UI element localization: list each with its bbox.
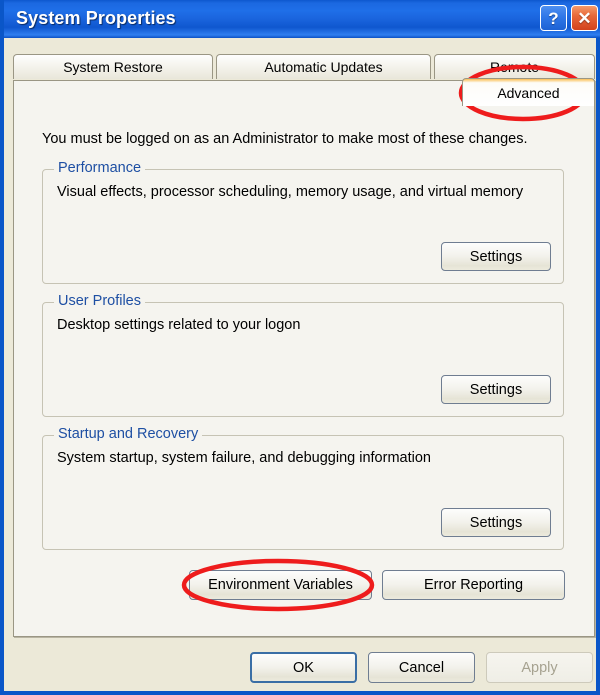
window-title: System Properties — [16, 8, 176, 29]
apply-button: Apply — [486, 652, 593, 683]
title-bar[interactable]: System Properties ? ✕ — [4, 0, 600, 38]
user-profiles-settings-button[interactable]: Settings — [441, 375, 551, 404]
performance-settings-button[interactable]: Settings — [441, 242, 551, 271]
tab-advanced[interactable]: Advanced — [462, 78, 595, 106]
tab-row-1: System Restore Automatic Updates Remote — [13, 54, 595, 81]
cancel-button[interactable]: Cancel — [368, 652, 475, 683]
group-performance-description: Visual effects, processor scheduling, me… — [57, 184, 523, 200]
tab-system-restore[interactable]: System Restore — [13, 54, 213, 79]
administrator-notice: You must be logged on as an Administrato… — [42, 131, 528, 147]
group-startup-recovery-description: System startup, system failure, and debu… — [57, 450, 431, 466]
startup-recovery-settings-button[interactable]: Settings — [441, 508, 551, 537]
system-properties-window: System Properties ? ✕ System Restore Aut… — [0, 0, 600, 695]
close-icon[interactable]: ✕ — [571, 5, 598, 31]
group-performance: Performance Visual effects, processor sc… — [42, 169, 564, 284]
group-user-profiles-description: Desktop settings related to your logon — [57, 317, 300, 333]
help-icon[interactable]: ? — [540, 5, 567, 31]
group-startup-recovery-legend: Startup and Recovery — [54, 426, 202, 442]
group-performance-legend: Performance — [54, 160, 145, 176]
group-user-profiles: User Profiles Desktop settings related t… — [42, 302, 564, 417]
group-startup-recovery: Startup and Recovery System startup, sys… — [42, 435, 564, 550]
ok-button[interactable]: OK — [250, 652, 357, 683]
error-reporting-button[interactable]: Error Reporting — [382, 570, 565, 600]
tab-automatic-updates[interactable]: Automatic Updates — [216, 54, 431, 79]
advanced-tab-panel: You must be logged on as an Administrato… — [13, 80, 595, 637]
environment-variables-button[interactable]: Environment Variables — [189, 570, 372, 600]
group-user-profiles-legend: User Profiles — [54, 293, 145, 309]
tab-remote[interactable]: Remote — [434, 54, 595, 79]
title-bar-buttons: ? ✕ — [540, 5, 598, 31]
